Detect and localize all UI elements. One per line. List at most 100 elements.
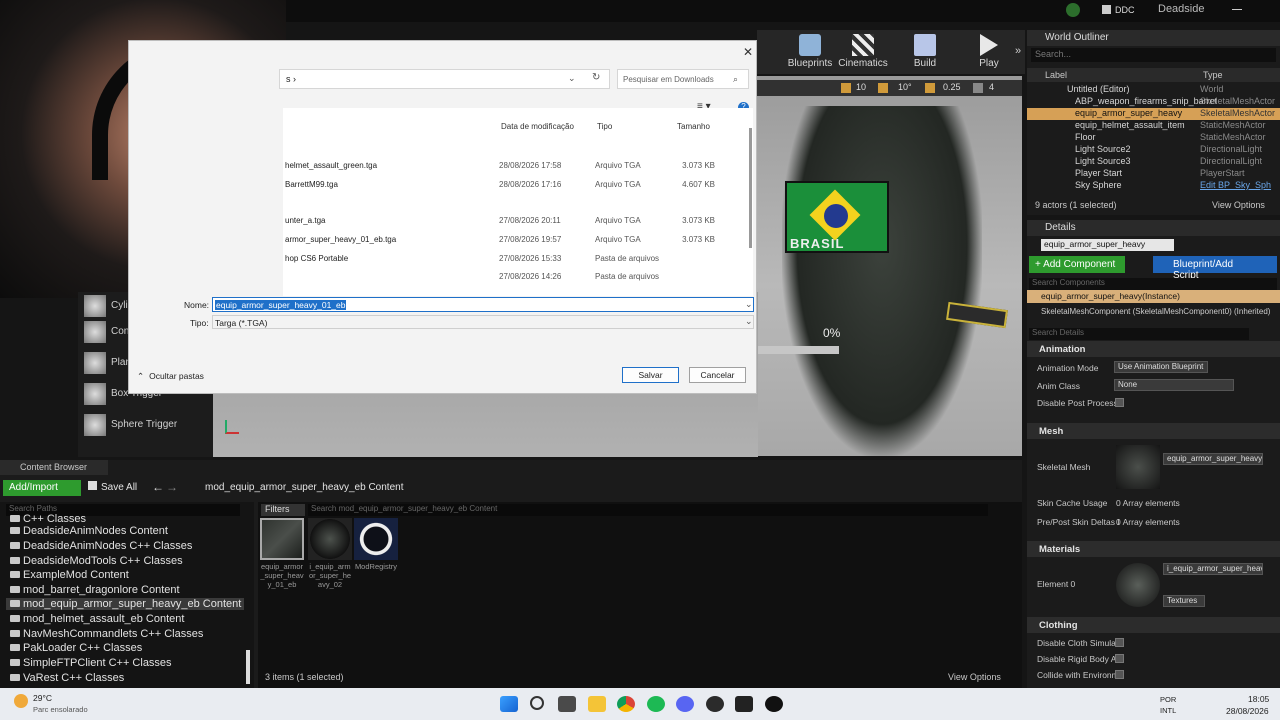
cancel-button[interactable]: Cancelar [689,367,746,383]
camera-speed-value[interactable]: 4 [989,82,994,92]
start-icon[interactable] [500,696,518,712]
search-assets-input[interactable]: Search mod_equip_armor_super_heavy_eb Co… [308,504,988,516]
armor-mesh[interactable] [782,106,982,456]
unreal-engine-icon[interactable] [765,696,783,712]
asset-tile[interactable]: ModRegistry [354,518,398,588]
tree-item[interactable]: mod_helmet_assault_eb Content [10,613,184,625]
tree-item-selected[interactable]: mod_equip_armor_super_heavy_eb Content [6,598,244,610]
file-row[interactable]: armor_super_heavy_01_eb.tga 27/08/2026 19… [283,231,753,249]
materials-section[interactable]: Materials [1027,541,1280,557]
search-details-input[interactable]: Search Details [1029,328,1249,340]
build-button[interactable]: Build [900,30,950,74]
outliner-row[interactable]: Floor StaticMeshActor [1027,132,1280,144]
outliner-search-input[interactable]: Search... [1031,48,1276,62]
col-type-header[interactable]: Tipo [597,122,612,131]
asset-tile[interactable]: i_equip_armor_super_heavy_02 [308,518,352,589]
spotify-icon[interactable] [647,696,665,712]
material-dropdown[interactable]: i_equip_armor_super_heavy [1163,563,1263,575]
address-crumb[interactable]: s › [286,74,296,84]
discord-icon[interactable] [676,696,694,712]
content-browser-tab[interactable]: Content Browser [0,460,108,475]
tree-item[interactable]: VaRest C++ Classes [10,672,124,684]
angle-snap-value[interactable]: 10° [898,82,912,92]
add-component-button[interactable]: + Add Component [1029,256,1125,273]
file-explorer-icon[interactable] [588,696,606,712]
anim-mode-dropdown[interactable]: Use Animation Blueprint [1114,361,1208,373]
tree-item[interactable]: C++ Classes [10,513,86,525]
col-size-header[interactable]: Tamanho [677,122,710,131]
minimize-icon[interactable] [1232,9,1242,10]
mesh-section[interactable]: Mesh [1027,423,1280,439]
close-icon[interactable]: ✕ [743,45,753,59]
clock-date[interactable]: 28/08/2026 [1226,706,1269,716]
save-button[interactable]: Salvar [622,367,679,383]
tree-item[interactable]: DeadsideAnimNodes Content [10,525,168,537]
filters-button[interactable]: Filters [261,504,305,516]
source-control-icon[interactable] [1066,3,1080,17]
cinematics-button[interactable]: Cinematics [838,30,888,74]
task-view-icon[interactable] [558,696,576,712]
textures-dropdown[interactable]: Textures [1163,595,1205,607]
language-top[interactable]: POR [1160,695,1176,704]
tree-item[interactable]: PakLoader C++ Classes [10,642,142,654]
ddc-label[interactable]: DDC [1115,5,1135,15]
skeletal-mesh-thumbnail[interactable] [1116,445,1160,489]
back-icon[interactable]: ← [152,480,164,494]
component-row[interactable]: SkeletalMeshComponent (SkeletalMeshCompo… [1041,307,1277,319]
file-name-input[interactable]: equip_armor_super_heavy_01_eb ⌄ [212,297,754,312]
refresh-icon[interactable]: ↻ [592,72,600,83]
outliner-row[interactable]: Player Start PlayerStart [1027,168,1280,180]
rigid-body-checkbox[interactable] [1115,654,1124,663]
skeletal-mesh-dropdown[interactable]: equip_armor_super_heavy [1163,453,1263,465]
weather-temp[interactable]: 29°C [33,693,52,703]
tree-item[interactable]: DeadsideModTools C++ Classes [10,555,183,567]
clock-time[interactable]: 18:05 [1248,694,1269,704]
toolbar-overflow-icon[interactable]: » [1015,45,1021,57]
outliner-row[interactable]: Light Source2 DirectionalLight [1027,144,1280,156]
hide-folders-toggle[interactable]: ⌃ Ocultar pastas [137,371,204,382]
outliner-row[interactable]: Sky Sphere Edit BP_Sky_Sph [1027,180,1280,192]
grid-snap-icon[interactable] [841,83,851,93]
camera-speed-icon[interactable] [973,83,983,93]
terminal-icon[interactable] [735,696,753,712]
path-breadcrumb[interactable]: mod_equip_armor_super_heavy_eb Content [205,482,403,493]
search-taskbar-icon[interactable] [530,696,544,710]
file-row[interactable]: unter_a.tga 27/08/2026 20:11 Arquivo TGA 3.… [283,212,753,230]
file-row[interactable]: helmet_assault_green.tga 28/08/2026 17:58… [283,157,753,175]
play-button[interactable]: Play [964,30,1014,74]
file-row[interactable]: BarrettM99.tga 28/08/2026 17:16 Arquivo TG… [283,176,753,194]
scale-snap-icon[interactable] [925,83,935,93]
folder-row[interactable]: hop CS6 Portable 27/08/2026 15:33 Pasta de… [283,250,753,268]
folder-row[interactable]: 27/08/2026 14:26 Pasta de arquivos [283,268,753,286]
blueprints-button[interactable]: Blueprints [785,30,835,74]
col-date-header[interactable]: Data de modificação [501,122,574,131]
scale-snap-value[interactable]: 0.25 [943,82,961,92]
asset-tile-selected[interactable]: equip_armor_super_heavy_01_eb [260,518,304,589]
save-all-button[interactable]: Save All [88,481,137,493]
outliner-row[interactable]: ABP_weapon_firearms_snip_barret SkeletalM… [1027,96,1280,108]
tree-item[interactable]: ExampleMod Content [10,569,129,581]
tree-item[interactable]: DeadsideAnimNodes C++ Classes [10,540,192,552]
animation-section[interactable]: Animation [1027,341,1280,357]
dialog-search-input[interactable]: Pesquisar em Downloads ⌕ [617,69,749,89]
file-type-select[interactable]: Targa (*.TGA) ⌄ [212,315,754,329]
chrome-icon[interactable] [617,696,635,712]
anim-class-dropdown[interactable]: None [1114,379,1234,391]
outliner-row[interactable]: equip_helmet_assault_item StaticMeshActor [1027,120,1280,132]
tree-item[interactable]: SimpleFTPClient C++ Classes [10,657,172,669]
forward-icon[interactable]: → [166,480,178,494]
col-label-header[interactable]: Label [1045,70,1067,80]
search-components-input[interactable]: Search Components [1029,278,1277,290]
actor-name-field[interactable]: equip_armor_super_heavy [1041,239,1174,251]
angle-snap-icon[interactable] [878,83,888,93]
weather-icon[interactable] [14,694,28,708]
component-instance-row[interactable]: equip_armor_super_heavy(Instance) [1027,290,1280,303]
tree-item[interactable]: mod_barret_dragonlore Content [10,584,180,596]
language-bottom[interactable]: INTL [1160,706,1176,715]
tree-item[interactable]: NavMeshCommandlets C++ Classes [10,628,203,640]
details-tab[interactable]: Details [1027,220,1280,236]
address-chevron-icon[interactable]: ⌄ [568,73,576,84]
tree-scrollbar[interactable] [246,650,250,684]
outliner-row[interactable]: Light Source3 DirectionalLight [1027,156,1280,168]
obs-icon[interactable] [706,696,724,712]
